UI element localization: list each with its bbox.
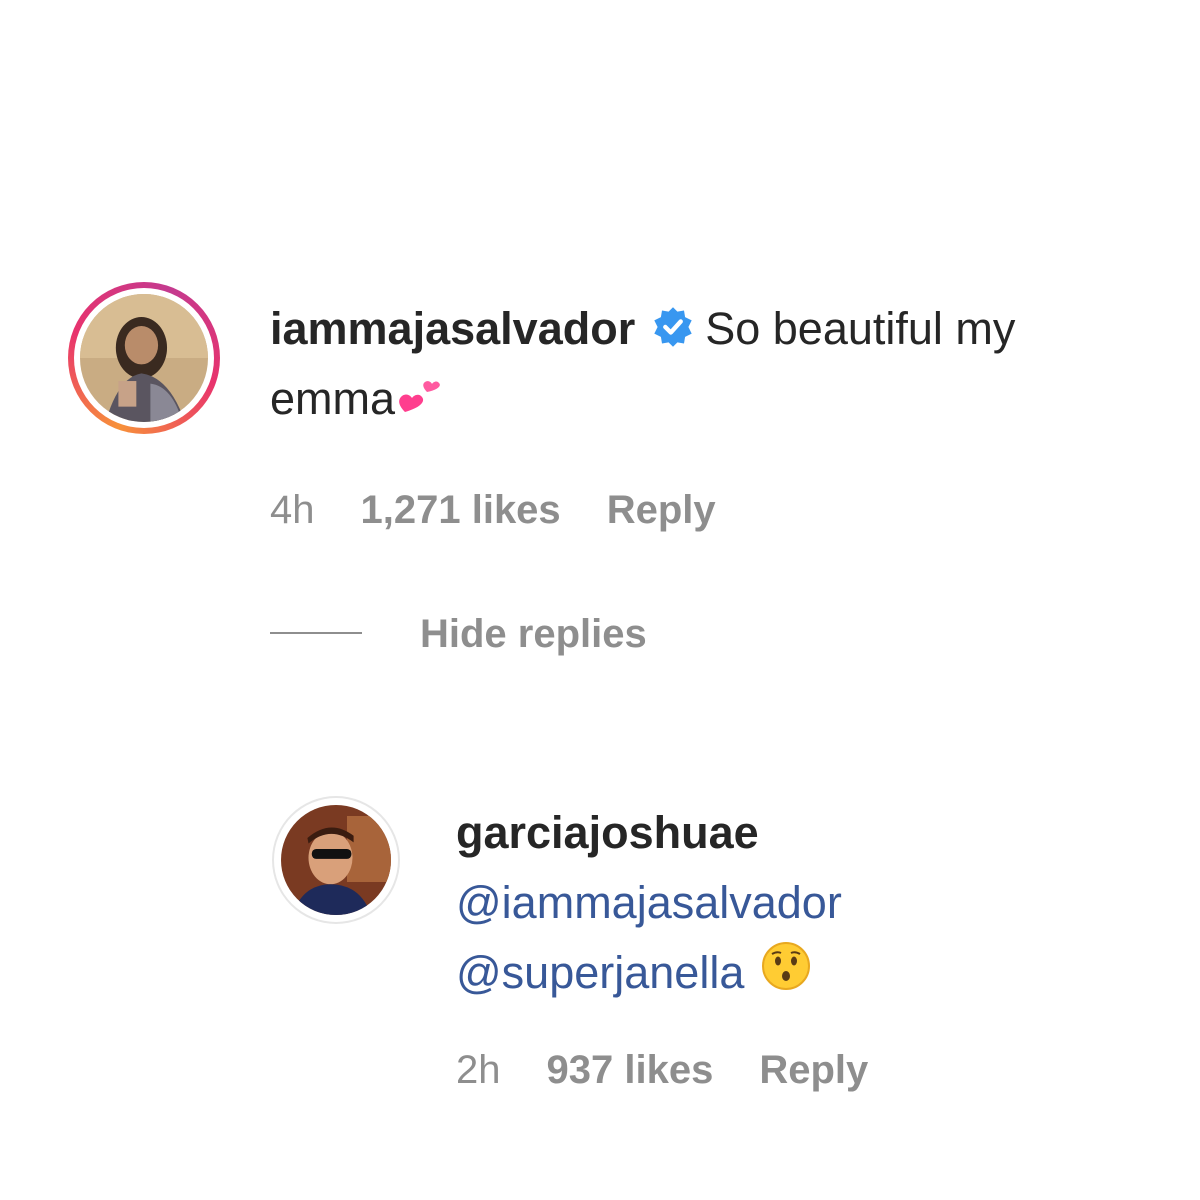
two-hearts-emoji	[395, 368, 447, 438]
verified-badge-icon	[651, 299, 695, 347]
reply-username[interactable]: garciajoshuae	[456, 798, 1176, 868]
hushed-face-emoji	[760, 940, 812, 1012]
reply-likes[interactable]: 937 likes	[547, 1048, 714, 1093]
comment-reply-button[interactable]: Reply	[607, 488, 716, 533]
comment-time: 4h	[270, 488, 315, 532]
reply-time: 2h	[456, 1048, 501, 1092]
comment-body: iammajasalvador So beautiful my emma	[270, 294, 1150, 438]
hide-replies-label: Hide replies	[420, 612, 647, 656]
hide-replies-divider	[270, 632, 362, 635]
comment-username[interactable]: iammajasalvador	[270, 303, 635, 354]
mention-link[interactable]: @superjanella	[456, 947, 744, 998]
avatar-photo-iammajasalvador	[80, 294, 208, 422]
reply-meta: 2h 937 likes Reply	[456, 1048, 868, 1093]
reply-avatar[interactable]	[272, 796, 400, 924]
avatar-photo-garciajoshuae	[281, 805, 391, 915]
reply-body: garciajoshuae @iammajasalvador @superjan…	[456, 798, 1176, 1012]
comment-meta: 4h 1,271 likes Reply	[270, 488, 716, 533]
hide-replies-button[interactable]: Hide replies	[270, 612, 647, 657]
reply-reply-button[interactable]: Reply	[759, 1048, 868, 1093]
comment-likes[interactable]: 1,271 likes	[361, 488, 561, 533]
comment-avatar[interactable]	[68, 282, 220, 434]
mention-link[interactable]: @iammajasalvador	[456, 877, 842, 928]
